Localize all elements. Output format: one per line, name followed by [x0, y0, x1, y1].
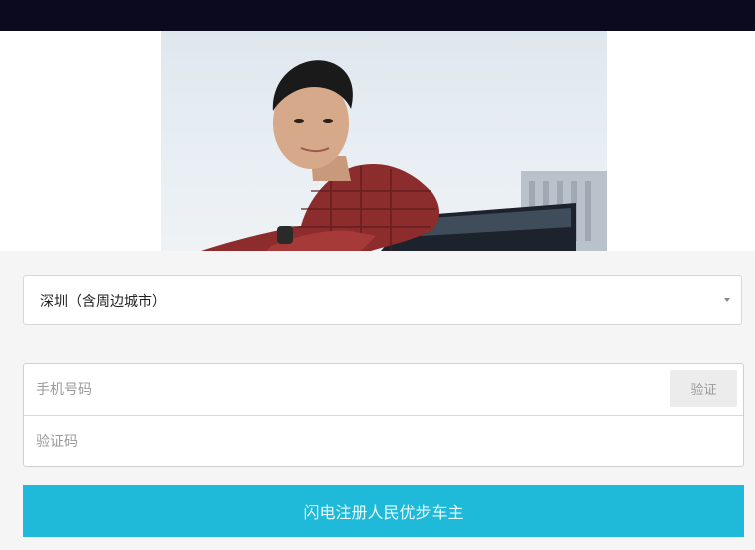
top-bar: [0, 0, 755, 31]
register-submit-button[interactable]: 闪电注册人民优步车主: [23, 485, 744, 537]
send-verification-button[interactable]: 验证: [670, 370, 737, 407]
man-leaning-on-car-photo: [161, 31, 607, 251]
phone-code-input-group: 验证: [23, 363, 744, 467]
caret-down-icon: [724, 298, 730, 302]
phone-input[interactable]: [24, 364, 664, 415]
city-select-value: 深圳（含周边城市）: [40, 294, 166, 310]
hero-banner: [0, 31, 755, 251]
registration-form: 深圳（含周边城市） 验证 闪电注册人民优步车主: [0, 251, 755, 550]
city-select[interactable]: 深圳（含周边城市）: [23, 275, 742, 325]
verification-code-input[interactable]: [24, 416, 743, 467]
